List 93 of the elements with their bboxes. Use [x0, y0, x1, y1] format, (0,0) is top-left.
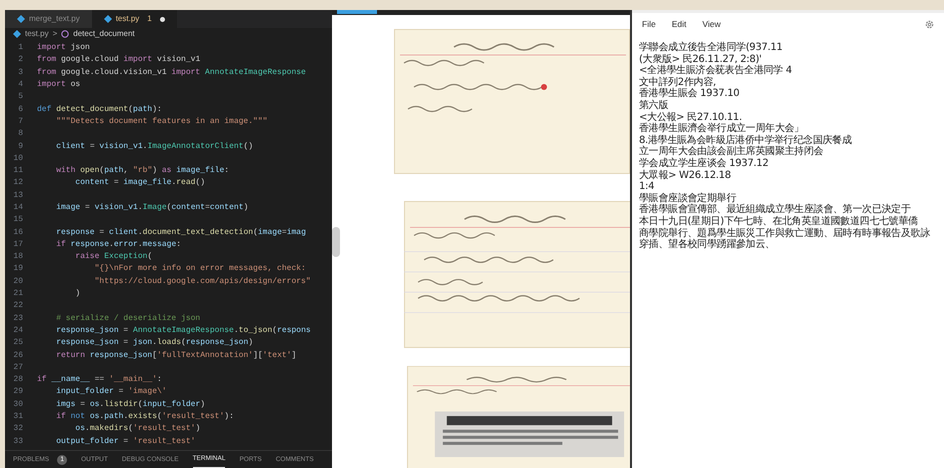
text-line: 文中詳列2作内容,: [639, 76, 716, 88]
line-number: 12: [12, 177, 24, 190]
code-line: def detect_document(path):: [37, 104, 162, 116]
text-line: 商學院舉行、題爲學生賑災工作與救亡運動、屆時有時事報告及歌詠: [639, 228, 930, 238]
text-line: 8.港學生賑為会昨級店港侨中学举行纪念国庆餐成: [639, 134, 852, 146]
line-number: 14: [12, 202, 24, 214]
line-number: 33: [12, 436, 24, 448]
code-line: response_json = AnnotateImageResponse.to_json(respons: [55, 324, 311, 337]
text-line: 香港學賑會宣傳部、最近組織成立學生座談會、第一次已決定于: [639, 204, 911, 216]
code-line: return response_json['fullTextAnnotation']['text']: [55, 350, 296, 362]
line-number: 17: [12, 238, 24, 251]
text-line: 大眾報> W26.12.18: [639, 170, 731, 182]
line-number: 10: [12, 152, 24, 165]
text-line: 第六版: [639, 100, 668, 112]
text-line: (大衆版> 民26.11.27, 2:8)': [639, 54, 762, 65]
panel-handle[interactable]: [332, 226, 340, 256]
line-number: 21: [12, 288, 24, 300]
code-line: ): [74, 288, 80, 300]
menu-item[interactable]: File: [642, 18, 656, 31]
code-line: if not os.path.exists('result_test'):: [55, 411, 234, 424]
line-number: 3: [17, 66, 24, 79]
text-line: 学会成立学生座谈会 1937.12: [639, 158, 768, 170]
line-number: 7: [17, 116, 24, 128]
code-line: "{}\nFor more info on error messages, check:: [94, 263, 306, 276]
function-icon: [61, 30, 70, 38]
text-line: 香港學生賑会 1937.10: [639, 88, 740, 100]
line-number: 26: [12, 350, 24, 362]
text-line: <大公報> 民27.10.11.: [639, 112, 742, 123]
editor-tab[interactable]: merge_text.py: [5, 10, 92, 28]
line-number: 20: [12, 276, 24, 288]
line-number: 5: [17, 91, 24, 104]
text-line: 学聯会成立後告全港同学(937.11: [639, 42, 782, 54]
line-number: 18: [12, 251, 24, 264]
text-line: 學賑會座談會定期舉行: [639, 192, 736, 204]
text-line: 穿插、望各校同學踴躍參加云、: [639, 239, 775, 251]
tab-label: merge_text.py: [29, 13, 80, 25]
line-number: 1: [17, 42, 24, 54]
problem-count: 1: [147, 13, 152, 25]
code-line: response_json = json.loads(response_json): [55, 337, 254, 350]
text-line: 1:4: [639, 181, 654, 193]
line-number: 25: [12, 337, 24, 350]
line-number: 19: [12, 263, 24, 276]
line-number: 22: [12, 300, 24, 312]
code-line: if __name__ == '__main__':: [37, 374, 162, 386]
breadcrumb-separator: >: [52, 28, 58, 40]
settings-icon[interactable]: [925, 20, 934, 29]
code-line: import os: [37, 79, 80, 92]
code-line: from google.cloud.vision_v1 import AnnotateImageResponse: [37, 66, 306, 79]
viewer-tab[interactable]: [337, 10, 377, 14]
text-line: 本日十九日(星期日)下午七時、在北角英皇道國數道四七七號華僑: [639, 216, 918, 228]
code-line: output_folder = 'result_test': [55, 436, 196, 448]
code-line: os.makedirs('result_test'): [74, 423, 200, 436]
code-line: image = vision_v1.Image(content=content): [55, 202, 248, 214]
line-number: 8: [17, 128, 24, 140]
line-number: 13: [12, 190, 24, 202]
text-line: 香港學生賑濟会举行成立一周年大会」: [639, 123, 804, 134]
breadcrumb-item[interactable]: test.py: [25, 28, 49, 40]
tab-label: test.py: [116, 13, 140, 25]
line-number: 6: [17, 104, 24, 116]
code-line: with open(path, "rb") as image_file:: [55, 165, 230, 178]
code-line: raise Exception(: [74, 251, 152, 264]
line-number: 27: [12, 362, 24, 374]
code-line: imgs = os.listdir(input_folder): [55, 398, 206, 411]
line-number: 24: [12, 324, 24, 337]
line-number: 29: [12, 386, 24, 398]
breadcrumb-item[interactable]: detect_document: [73, 28, 135, 40]
line-number: 11: [12, 165, 24, 178]
editor-tab[interactable]: test.py 1: [92, 10, 177, 28]
code-line: """Detects document features in an image.""": [55, 116, 268, 128]
text-line: 立一周年大会由該会副主席英國聚主持闭会: [639, 146, 824, 158]
line-number: 16: [12, 226, 24, 239]
code-line: import json: [37, 42, 90, 54]
code-line: "https://cloud.google.com/apis/design/errors": [94, 276, 311, 288]
python-file-icon: [104, 15, 112, 23]
code-line: from google.cloud import vision_v1: [37, 54, 200, 66]
line-number: 23: [12, 312, 24, 325]
line-number: 4: [17, 79, 24, 92]
code-line: input_folder = 'image\': [55, 386, 167, 398]
line-number: 15: [12, 214, 24, 226]
code-line: if response.error.message:: [55, 238, 182, 251]
menu-item[interactable]: View: [702, 18, 721, 31]
line-number: 2: [17, 54, 24, 66]
code-line: response = client.document_text_detection(image=imag: [55, 226, 306, 239]
menu-item[interactable]: Edit: [672, 18, 686, 31]
code-line: content = image_file.read(): [74, 177, 206, 190]
line-number: 30: [12, 398, 24, 411]
code-line: # serialize / deserialize json: [55, 312, 200, 325]
line-number: 28: [12, 374, 24, 386]
text-line: <全港學生賑济会莸表告全港同学 4: [639, 65, 792, 76]
line-number: 9: [17, 140, 24, 153]
line-number: 31: [12, 411, 24, 424]
code-line: client = vision_v1.ImageAnnotatorClient(): [55, 140, 254, 153]
line-number: 32: [12, 423, 24, 436]
